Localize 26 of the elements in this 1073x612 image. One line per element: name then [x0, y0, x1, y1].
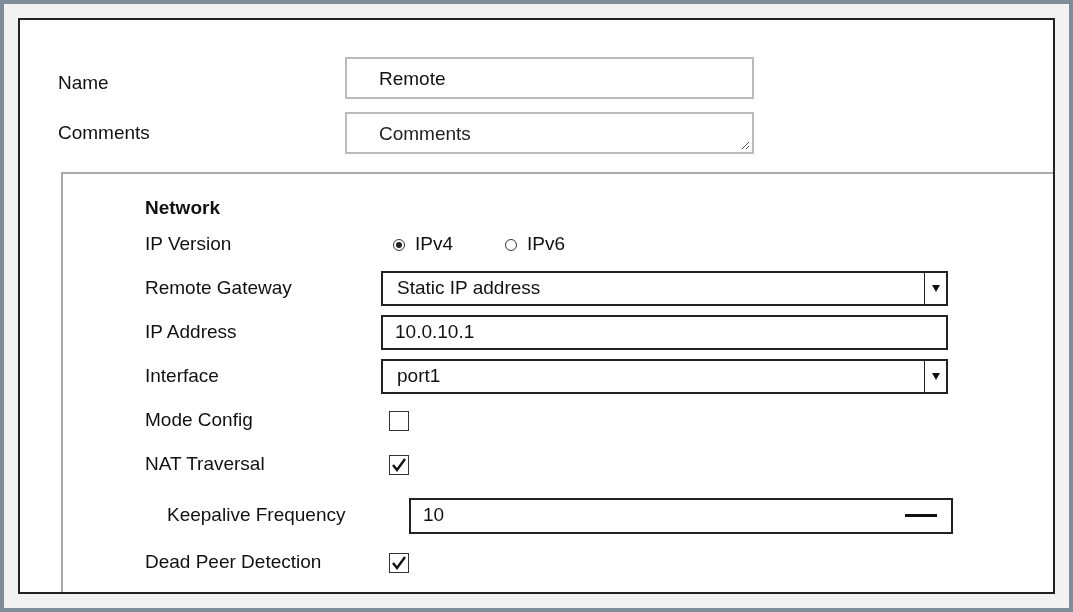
field-label: IP Address — [145, 320, 238, 345]
dropdown-caret-icon — [931, 285, 940, 292]
field-label: IP Version — [145, 232, 233, 257]
field-label: Comments — [58, 120, 151, 145]
checkbox[interactable] — [389, 552, 409, 573]
resize-grip-icon — [741, 141, 750, 150]
checkbox[interactable] — [389, 410, 409, 431]
comments-textarea[interactable]: Comments — [345, 112, 754, 154]
field-label: Mode Config — [145, 408, 254, 433]
select-field[interactable]: port1 — [381, 359, 948, 394]
dropdown-caret-icon — [931, 373, 940, 380]
checkbox[interactable] — [389, 454, 409, 475]
select-field[interactable]: Static IP address — [381, 271, 948, 306]
field-label: Interface — [145, 364, 220, 389]
section-title: Network — [145, 196, 221, 220]
input-field[interactable]: Remote — [345, 57, 754, 99]
radio-label: IPv4 — [415, 232, 454, 257]
field-label: Dead Peer Detection — [145, 550, 323, 575]
field-label: Remote Gateway — [145, 276, 293, 301]
field-label: Name — [58, 70, 110, 95]
field-label: Keepalive Frequency — [166, 503, 347, 528]
minus-icon — [905, 514, 937, 517]
input-field[interactable]: 10 — [409, 497, 953, 534]
radio-label: IPv6 — [527, 232, 566, 257]
field-label: NAT Traversal — [145, 452, 266, 477]
input-field[interactable]: 10.0.10.1 — [381, 315, 948, 350]
